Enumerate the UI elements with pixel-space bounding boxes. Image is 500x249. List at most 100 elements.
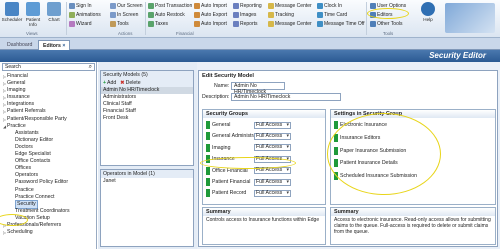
status-indicator [206, 132, 210, 141]
message-icon [268, 21, 274, 27]
tree-item-label: Patient Referrals [7, 108, 46, 115]
tree-item[interactable]: ▷ Financial [2, 73, 95, 80]
list-item[interactable]: Financial Staff [101, 108, 193, 115]
tab-dashboard[interactable]: Dashboard [3, 40, 36, 50]
tree-item-label: Integrations [7, 101, 35, 108]
other-tools-button[interactable]: Other Tools [370, 21, 402, 27]
ribbon: Scheduler Patient Info Chart Views Sign … [0, 0, 500, 38]
document-tabs: Dashboard Editors × [0, 38, 500, 50]
tree-item[interactable]: Operators [2, 172, 95, 179]
time-off-button[interactable]: Message Time Off [317, 21, 364, 27]
edit-panel: Edit Security Model Name: Admin No HR/Ti… [197, 62, 500, 249]
security-group-row[interactable]: Patient Financial Full Access [206, 178, 291, 186]
name-field[interactable]: Admin No HR/Timeclock [231, 82, 285, 95]
group-name: General Administration [212, 133, 254, 140]
in-screen-button[interactable]: In Screen [110, 12, 138, 18]
reports-button[interactable]: Reports [233, 21, 258, 27]
tree-item[interactable]: ▷ Patient/Responsible Party [2, 116, 95, 123]
security-models-header: Security Models (5) [101, 71, 193, 79]
tree-item-label: General [7, 80, 26, 87]
close-icon[interactable]: × [62, 43, 65, 49]
taxes-button[interactable]: Taxes [148, 21, 168, 27]
post-transaction-button[interactable]: Post Transaction [148, 3, 192, 9]
tree-item[interactable]: ◢ Practice [2, 123, 95, 130]
list-item[interactable]: Administrators [101, 94, 193, 101]
auto-import-button[interactable]: Auto Import [194, 3, 227, 9]
editors-highlight [367, 8, 409, 19]
reporting-button[interactable]: Reporting [233, 3, 262, 9]
images-button[interactable]: Images [233, 12, 256, 18]
access-dropdown[interactable]: Full Access [254, 121, 291, 129]
access-dropdown[interactable]: Full Access [254, 189, 291, 197]
tree-item[interactable]: Office Contacts [2, 158, 95, 165]
auto-restock-button[interactable]: Auto Restock [148, 12, 185, 18]
description-field[interactable]: Admin No HR/Timeclock [231, 93, 341, 101]
tree-item[interactable]: Practice [2, 187, 95, 194]
tree-item[interactable]: ▷ Insurance [2, 94, 95, 101]
clock-in-button[interactable]: Clock In [317, 3, 342, 9]
security-group-row[interactable]: General Full Access [206, 121, 291, 129]
tree-item[interactable]: ▷ General [2, 80, 95, 87]
tools-small-button[interactable]: Tools [110, 21, 129, 27]
list-item[interactable]: Admin No HR/Timeclock [101, 87, 193, 94]
search-icon[interactable]: ⌕ [89, 64, 92, 70]
security-models-box: Security Models (5) + Add ✖ Delete Admin N… [100, 70, 194, 166]
security-group-row[interactable]: Patient Record Full Access [206, 189, 291, 198]
message-center-button-2[interactable]: Message Center [268, 21, 312, 27]
delete-button[interactable]: ✖ Delete [120, 80, 140, 86]
tree-item[interactable]: ▷ Patient Referrals [2, 108, 95, 115]
wizard-icon [69, 21, 75, 27]
divider [66, 2, 67, 35]
tree-item[interactable]: Dictionary Editor [2, 137, 95, 144]
tab-editors[interactable]: Editors × [38, 40, 71, 50]
tree-item[interactable]: ▷ Integrations [2, 101, 95, 108]
time-card-button[interactable]: Time Card [317, 12, 347, 18]
animations-button[interactable]: Animations [69, 12, 101, 18]
our-screen-button[interactable]: Our Screen [110, 3, 143, 9]
tree-item[interactable]: Assistants [2, 130, 95, 137]
tree-item-label: Password Policy Editor [15, 179, 69, 186]
import-icon [194, 3, 200, 9]
tree-item[interactable]: Offices [2, 165, 95, 172]
group-label-financial: Financial [176, 31, 194, 36]
list-item[interactable]: Front Desk [101, 115, 193, 122]
scheduler-button[interactable]: Scheduler [2, 2, 22, 32]
message-center-button[interactable]: Message Center [268, 3, 312, 9]
tracking-button[interactable]: Tracking [268, 12, 294, 18]
name-label: Name: [214, 83, 230, 89]
list-item[interactable]: Clinical Staff [101, 101, 193, 108]
tree-item-label: Practice [7, 122, 26, 129]
sign-in-button[interactable]: Sign In [69, 3, 92, 9]
tree-item[interactable]: Security [2, 199, 95, 209]
post-transaction-icon [148, 3, 154, 9]
auto-import-button-2[interactable]: Auto Import [194, 21, 227, 27]
access-dropdown[interactable]: Full Access [254, 144, 291, 152]
tree-item-label: Financial [7, 73, 28, 79]
tree-item[interactable]: ▷ Scheduling [2, 229, 95, 236]
access-dropdown[interactable]: Full Access [254, 178, 291, 186]
search-input[interactable]: Search ⌕ [2, 63, 95, 71]
chart-button[interactable]: Chart [44, 2, 64, 32]
tree-item-label: Dictionary Editor [15, 136, 54, 143]
list-item[interactable]: Janet [101, 178, 193, 185]
help-button[interactable]: Help [418, 2, 438, 32]
wizard-button[interactable]: Wizard [69, 21, 92, 27]
tree-item-label: Imaging [7, 87, 26, 94]
patient-info-button[interactable]: Patient Info [23, 2, 43, 32]
access-dropdown[interactable]: Full Access [254, 132, 291, 140]
add-button[interactable]: + Add [103, 80, 116, 86]
auto-export-button[interactable]: Auto Export [194, 12, 227, 18]
security-group-row[interactable]: General AdministrationFull Access [206, 132, 291, 141]
ribbon-graphic [445, 3, 495, 33]
tree-item[interactable]: ▷ Imaging [2, 87, 95, 94]
group-name: Patient Financial [212, 179, 251, 185]
import-icon [194, 21, 200, 27]
tree-item[interactable]: Edge Specialist [2, 151, 95, 158]
editor-title-bar: Security Editor [0, 50, 500, 62]
edit-security-model: Edit Security Model Name: Admin No HR/Ti… [198, 70, 498, 247]
time-off-icon [317, 21, 323, 27]
tree-item[interactable]: Doctors [2, 144, 95, 151]
security-group-row[interactable]: Imaging Full Access [206, 143, 291, 152]
divider [145, 2, 146, 35]
tree-item[interactable]: Password Policy Editor [2, 179, 95, 186]
